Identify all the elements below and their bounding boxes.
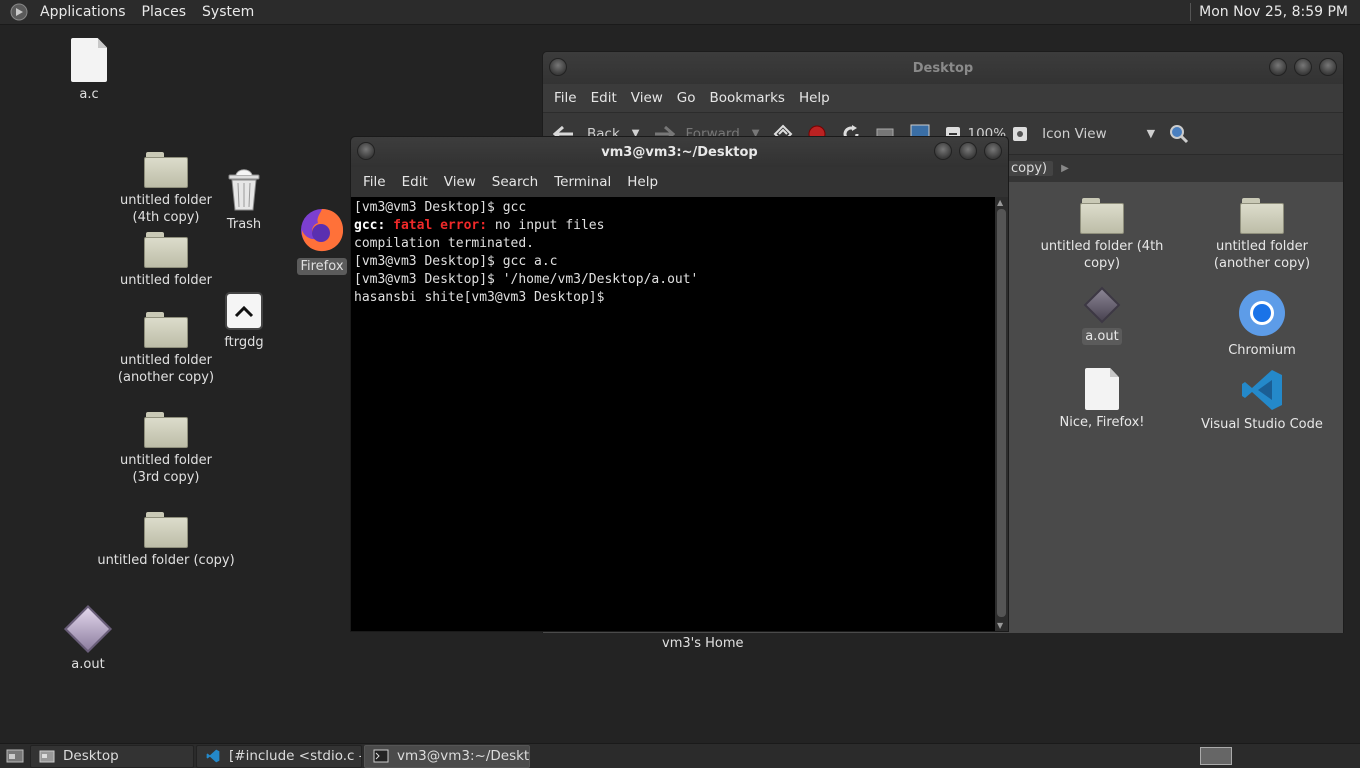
terminal-menubar: File Edit View Search Terminal Help (351, 167, 1008, 197)
panel-separator (1190, 3, 1192, 21)
folder-icon (144, 232, 188, 268)
vscode-icon (206, 749, 220, 763)
menu-bookmarks[interactable]: Bookmarks (703, 90, 792, 106)
zoom-in-icon[interactable] (1012, 126, 1028, 142)
terminal-line: compilation terminated. (354, 236, 535, 251)
workspace-switcher[interactable] (1200, 747, 1232, 765)
folder-icon (144, 412, 188, 448)
bottom-panel: Desktop [#include <stdio.c - ... vm3@vm3… (0, 743, 1360, 768)
terminal-icon (373, 749, 389, 763)
terminal-title: vm3@vm3:~/Desktop (601, 144, 758, 160)
desktop-icon-untitled-folder-another-copy[interactable]: untitled folder (another copy) (106, 312, 226, 386)
window-menu-button[interactable] (357, 142, 375, 160)
desktop-icon-a-out[interactable]: a.out (58, 604, 118, 673)
folder-icon (144, 512, 188, 548)
view-mode-select[interactable]: Icon View ▼ (1042, 126, 1155, 142)
folder-icon (144, 312, 188, 348)
menu-help[interactable]: Help (619, 174, 666, 190)
desktop-icon-trash[interactable]: Trash (214, 166, 274, 233)
terminal-line: [vm3@vm3 Desktop]$ gcc a.c (354, 254, 558, 269)
terminal-titlebar[interactable]: vm3@vm3:~/Desktop (351, 137, 1008, 167)
menu-view[interactable]: View (436, 174, 484, 190)
file-manager-title: Desktop (912, 60, 974, 76)
item-visual-studio-code[interactable]: Visual Studio Code (1187, 368, 1337, 433)
vscode-icon (1242, 370, 1282, 410)
terminal-line: [vm3@vm3 Desktop]$ '/home/vm3/Desktop/a.… (354, 272, 699, 287)
firefox-icon (301, 209, 344, 252)
scrollbar-thumb[interactable] (997, 209, 1006, 617)
taskbar-item-desktop[interactable]: Desktop (30, 744, 194, 768)
places-menu[interactable]: Places (136, 4, 193, 20)
desktop-icon-a-c[interactable]: a.c (64, 38, 114, 103)
scroll-down-icon[interactable]: ▼ (997, 621, 1003, 630)
folder-icon (1240, 198, 1284, 234)
executable-icon (1083, 286, 1121, 324)
terminal-line: gcc: fatal error: no input files (354, 218, 605, 233)
chevron-down-icon: ▼ (1146, 127, 1156, 140)
terminal-screen[interactable]: [vm3@vm3 Desktop]$ gcc gcc: fatal error: … (351, 197, 996, 631)
menu-view[interactable]: View (624, 90, 670, 106)
item-untitled-folder-4th-copy[interactable]: untitled folder (4th copy) (1027, 198, 1177, 272)
search-icon[interactable] (1169, 124, 1189, 144)
close-button[interactable] (1319, 58, 1337, 76)
minimize-button[interactable] (1269, 58, 1287, 76)
menu-file[interactable]: File (547, 90, 584, 106)
show-desktop-icon[interactable] (0, 745, 30, 768)
system-menu[interactable]: System (196, 4, 260, 20)
menu-go[interactable]: Go (670, 90, 703, 106)
top-panel: Applications Places System Mon Nov 25, 8… (0, 0, 1360, 25)
executable-icon (63, 604, 113, 654)
menu-file[interactable]: File (355, 174, 394, 190)
file-manager-titlebar[interactable]: Desktop (543, 52, 1343, 84)
scroll-up-icon[interactable]: ▲ (997, 198, 1003, 207)
item-untitled-folder-another-copy[interactable]: untitled folder (another copy) (1187, 198, 1337, 272)
trash-icon (228, 169, 260, 211)
terminal-line: [vm3@vm3 Desktop]$ gcc (354, 200, 527, 215)
desktop-icon-untitled-folder-4th-copy[interactable]: untitled folder (4th copy) (106, 152, 226, 226)
minimize-button[interactable] (934, 142, 952, 160)
menu-search[interactable]: Search (484, 174, 546, 190)
close-button[interactable] (984, 142, 1002, 160)
item-nice-firefox[interactable]: Nice, Firefox! (1027, 368, 1177, 431)
home-icon-label[interactable]: vm3's Home (662, 636, 744, 651)
desktop-icon-untitled-folder-3rd-copy[interactable]: untitled folder (3rd copy) (106, 412, 226, 486)
path-crumb[interactable]: copy) (1005, 161, 1054, 176)
item-chromium[interactable]: Chromium (1187, 288, 1337, 359)
text-file-icon (1085, 368, 1119, 410)
file-manager-menubar: File Edit View Go Bookmarks Help (543, 84, 1343, 112)
taskbar-item-terminal[interactable]: vm3@vm3:~/Desktop (364, 744, 530, 768)
desktop-icon-untitled-folder-copy[interactable]: untitled folder (copy) (96, 512, 236, 569)
item-a-out[interactable]: a.out (1027, 286, 1177, 345)
menu-help[interactable]: Help (792, 90, 837, 106)
folder-icon (144, 152, 188, 188)
menu-edit[interactable]: Edit (394, 174, 436, 190)
chromium-icon (1239, 290, 1285, 336)
text-file-icon (71, 38, 107, 82)
terminal-window[interactable]: vm3@vm3:~/Desktop File Edit View Search … (350, 136, 1009, 632)
gnome-foot-icon[interactable] (8, 1, 30, 23)
desktop-icon-untitled-folder[interactable]: untitled folder (106, 232, 226, 289)
folder-window-icon (39, 750, 55, 763)
applications-menu[interactable]: Applications (34, 4, 132, 20)
window-menu-button[interactable] (549, 58, 567, 76)
maximize-button[interactable] (959, 142, 977, 160)
folder-icon (1080, 198, 1124, 234)
menu-edit[interactable]: Edit (584, 90, 624, 106)
launcher-icon (225, 292, 263, 330)
terminal-scrollbar[interactable]: ▲ ▼ (995, 197, 1008, 631)
menu-terminal[interactable]: Terminal (546, 174, 619, 190)
taskbar-item-vscode[interactable]: [#include <stdio.c - ... (196, 744, 362, 768)
terminal-line: hasansbi shite[vm3@vm3 Desktop]$ (354, 290, 605, 305)
maximize-button[interactable] (1294, 58, 1312, 76)
chevron-right-icon[interactable]: ▶ (1061, 163, 1069, 174)
clock[interactable]: Mon Nov 25, 8:59 PM (1199, 4, 1348, 20)
desktop-icon-firefox[interactable]: Firefox (294, 206, 350, 275)
